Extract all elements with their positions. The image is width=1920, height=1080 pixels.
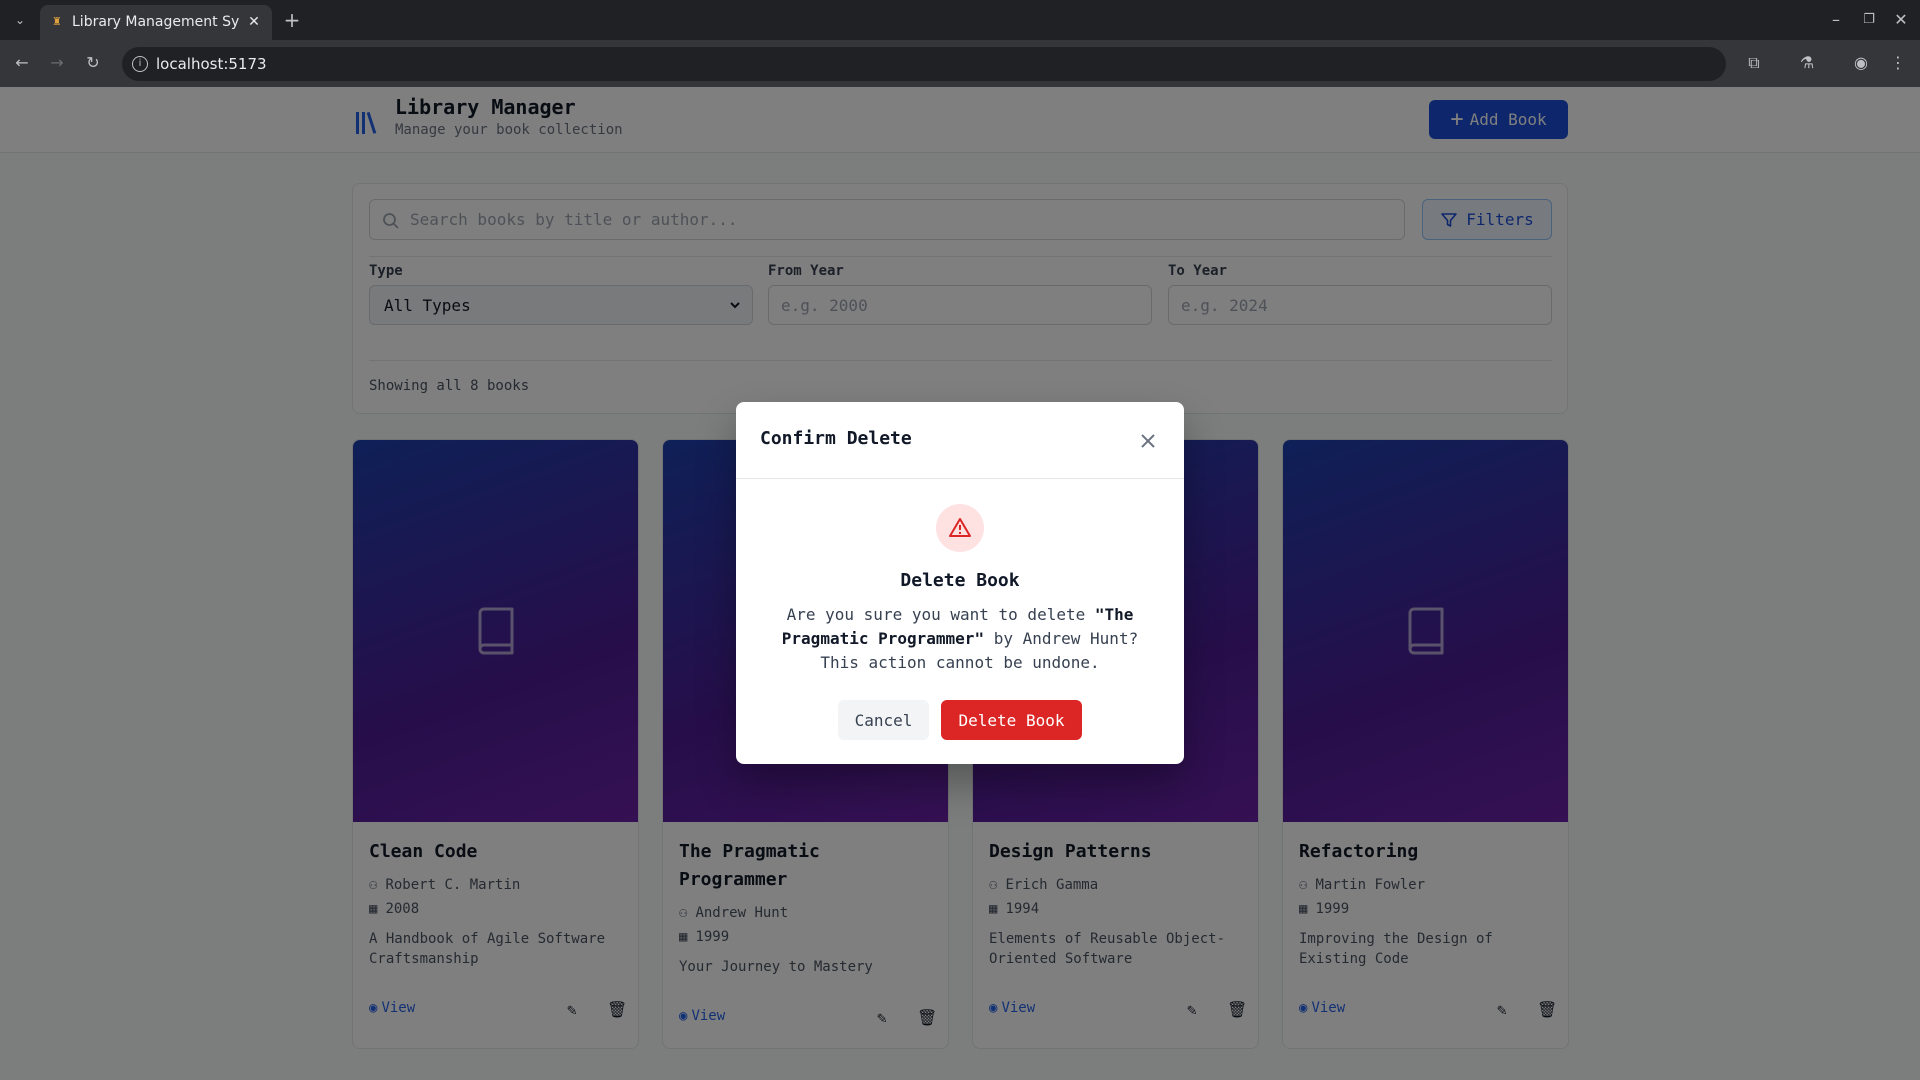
site-info-icon[interactable]: i <box>132 56 148 72</box>
new-tab-icon[interactable]: + <box>280 8 304 32</box>
close-icon[interactable] <box>1136 429 1160 453</box>
dialog-header: Confirm Delete <box>736 402 1184 479</box>
url-text: localhost:5173 <box>156 55 267 73</box>
restore-icon[interactable]: ❐ <box>1857 8 1881 32</box>
alert-triangle-icon <box>949 518 971 537</box>
minimize-icon[interactable]: – <box>1824 8 1848 32</box>
tab-title: Library Management Sy <box>72 14 240 30</box>
forward-icon[interactable]: → <box>45 51 69 75</box>
reload-icon[interactable]: ↻ <box>81 51 105 75</box>
tab-favicon-icon: ♜ <box>52 15 62 28</box>
confirm-delete-dialog: Confirm Delete Delete Book Are you sure … <box>736 402 1184 764</box>
dialog-heading: Delete Book <box>900 570 1020 591</box>
browser-tab[interactable]: ♜ Library Management Sy ✕ <box>40 5 272 40</box>
tab-search-icon[interactable]: ⌄ <box>8 8 32 32</box>
extensions-icon[interactable]: ⧉ <box>1742 51 1766 75</box>
profile-icon[interactable]: ◉ <box>1849 51 1873 75</box>
tab-close-icon[interactable]: ✕ <box>244 12 264 32</box>
labs-icon[interactable]: ⚗ <box>1795 51 1819 75</box>
window-close-icon[interactable]: ✕ <box>1889 8 1913 32</box>
address-bar[interactable]: i localhost:5173 <box>122 47 1726 81</box>
message-before: Are you sure you want to delete <box>786 605 1095 624</box>
cancel-button[interactable]: Cancel <box>838 700 929 740</box>
browser-tab-strip: ⌄ ♜ Library Management Sy ✕ + – ❐ ✕ <box>0 0 1920 40</box>
menu-icon[interactable]: ⋮ <box>1886 51 1910 75</box>
dialog-title: Confirm Delete <box>760 428 912 449</box>
warning-badge <box>936 504 984 552</box>
back-icon[interactable]: ← <box>10 51 34 75</box>
dialog-message: Are you sure you want to delete "The Pra… <box>774 603 1146 675</box>
delete-book-button[interactable]: Delete Book <box>941 700 1082 740</box>
